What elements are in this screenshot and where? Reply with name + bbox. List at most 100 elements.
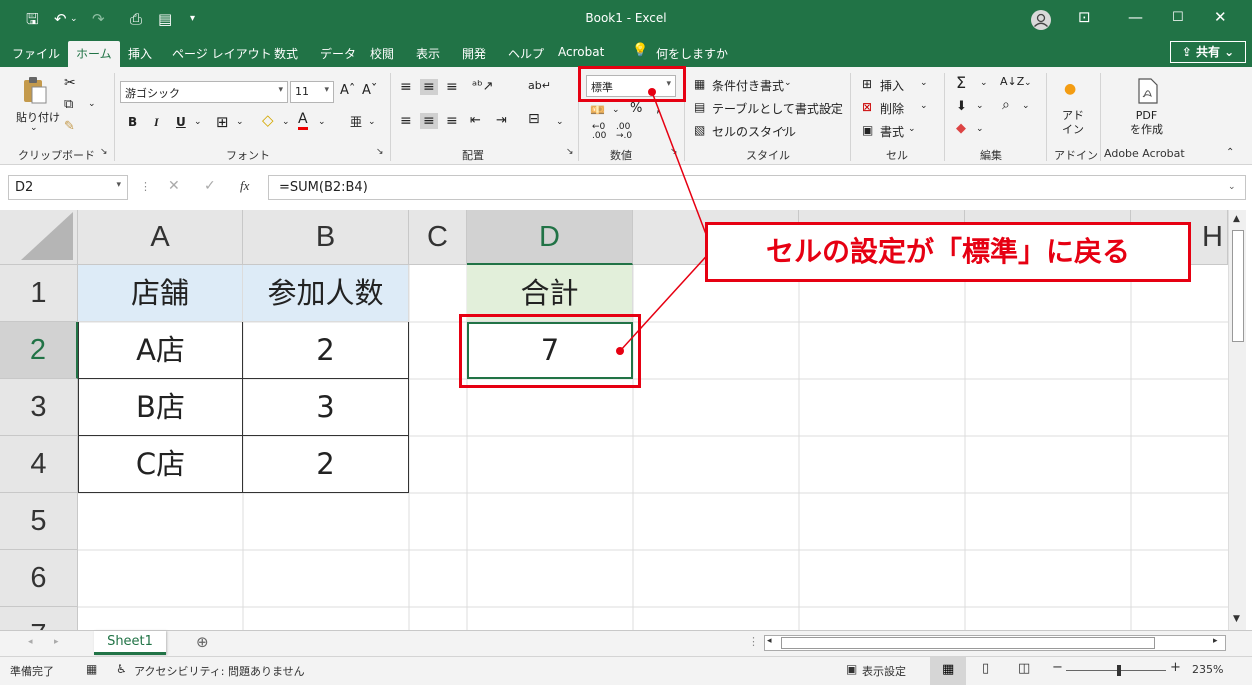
dialog-launcher-icon[interactable]: ↘ bbox=[566, 147, 574, 157]
sheet-tab-sheet1[interactable]: Sheet1 bbox=[94, 631, 166, 655]
minimize-icon[interactable]: — bbox=[1128, 8, 1143, 26]
fill-color-icon[interactable]: ◇ bbox=[262, 111, 274, 129]
row-header[interactable]: 5 bbox=[0, 493, 78, 550]
scroll-left-icon[interactable]: ◂ bbox=[767, 636, 772, 646]
copy-dropdown-icon[interactable]: ⌄ bbox=[88, 99, 96, 109]
row-header[interactable]: 3 bbox=[0, 379, 78, 436]
display-settings-button[interactable]: 表示設定 bbox=[862, 663, 906, 679]
tab-developer[interactable]: 開発 bbox=[462, 45, 486, 62]
dialog-launcher-icon[interactable]: ↘ bbox=[100, 147, 108, 157]
cut-icon[interactable]: ✂ bbox=[64, 75, 76, 91]
paste-dropdown-icon[interactable]: ⌄ bbox=[30, 123, 38, 133]
dialog-launcher-icon[interactable]: ↘ bbox=[670, 147, 678, 157]
row-header[interactable]: 1 bbox=[0, 265, 78, 322]
cell-a2[interactable]: A店 bbox=[78, 322, 243, 379]
italic-button[interactable]: I bbox=[154, 115, 159, 130]
decrease-indent-icon[interactable]: ⇤ bbox=[470, 113, 481, 128]
cell-a1[interactable]: 店舗 bbox=[78, 265, 243, 322]
enter-icon[interactable]: ✓ bbox=[204, 178, 216, 194]
chevron-down-icon[interactable]: ⌄ bbox=[780, 124, 788, 134]
tab-view[interactable]: 表示 bbox=[416, 45, 440, 62]
chevron-down-icon[interactable]: ⌄ bbox=[976, 124, 984, 134]
vertical-scrollbar[interactable]: ▲ ▼ bbox=[1228, 210, 1246, 630]
chevron-down-icon[interactable]: ⌄ bbox=[556, 117, 564, 127]
cell-b4[interactable]: 2 bbox=[243, 436, 409, 493]
orientation-icon[interactable]: ᵃᵇ↗ bbox=[472, 79, 494, 94]
addins-button[interactable]: アド イン bbox=[1062, 109, 1084, 137]
formula-input[interactable]: =SUM(B2:B4) bbox=[268, 175, 1246, 200]
comma-icon[interactable]: , bbox=[656, 101, 660, 116]
decrease-font-icon[interactable]: Aˇ bbox=[362, 83, 377, 98]
account-icon[interactable] bbox=[1030, 9, 1052, 31]
tell-me-search[interactable]: 何をしますか bbox=[656, 45, 728, 62]
align-right-icon[interactable]: ≡ bbox=[446, 113, 458, 129]
decrease-decimal-icon[interactable]: .00 →.0 bbox=[616, 123, 632, 141]
collapse-ribbon-icon[interactable]: ⌃ bbox=[1226, 147, 1234, 158]
format-painter-icon[interactable]: ✎ bbox=[64, 119, 75, 134]
accessibility-icon[interactable]: ♿ bbox=[116, 662, 127, 676]
increase-font-icon[interactable]: Aˆ bbox=[340, 83, 355, 98]
chevron-down-icon[interactable]: ⌄ bbox=[920, 101, 928, 111]
conditional-formatting-icon[interactable]: ▦ bbox=[694, 77, 705, 91]
insert-function-button[interactable]: fx bbox=[240, 178, 249, 194]
tab-formulas[interactable]: 数式 bbox=[274, 45, 298, 62]
phonetic-icon[interactable]: 亜 bbox=[350, 113, 362, 130]
tab-review[interactable]: 校閲 bbox=[370, 45, 394, 62]
dialog-launcher-icon[interactable]: ↘ bbox=[376, 147, 384, 157]
scroll-up-icon[interactable]: ▲ bbox=[1233, 214, 1240, 224]
tab-data[interactable]: データ bbox=[320, 45, 356, 62]
merge-center-icon[interactable]: ⊟ bbox=[528, 111, 540, 127]
display-settings-icon[interactable]: ▣ bbox=[846, 662, 857, 676]
chevron-down-icon[interactable]: ⌄ bbox=[908, 124, 916, 134]
scroll-right-icon[interactable]: ▸ bbox=[1213, 636, 1218, 646]
paste-label[interactable]: 貼り付け bbox=[16, 109, 60, 125]
conditional-formatting-button[interactable]: 条件付き書式 bbox=[712, 77, 784, 94]
align-center-icon[interactable]: ≡ bbox=[420, 113, 438, 129]
macro-record-icon[interactable]: ▦ bbox=[86, 662, 97, 676]
font-name-combo[interactable]: 游ゴシック ▾ bbox=[120, 81, 288, 103]
pdf-icon[interactable] bbox=[1136, 77, 1160, 105]
horizontal-scrollbar[interactable]: ◂ ▸ bbox=[764, 635, 1226, 651]
chevron-down-icon[interactable]: ⌄ bbox=[236, 117, 244, 127]
delete-cells-button[interactable]: 削除 bbox=[880, 100, 904, 117]
chevron-down-icon[interactable]: ⌄ bbox=[920, 78, 928, 88]
row-header[interactable]: 7 bbox=[0, 607, 78, 630]
prev-sheet-icon[interactable]: ◂ bbox=[28, 637, 33, 647]
tab-home[interactable]: ホーム bbox=[68, 41, 120, 67]
borders-icon[interactable]: ⊞ bbox=[216, 113, 229, 131]
chevron-down-icon[interactable]: ⌄ bbox=[368, 117, 376, 127]
align-top-icon[interactable]: ≡ bbox=[400, 79, 412, 95]
row-header[interactable]: 2 bbox=[0, 322, 78, 379]
scroll-thumb[interactable] bbox=[1232, 230, 1244, 342]
find-icon[interactable]: ⌕ bbox=[1002, 97, 1010, 113]
chevron-down-icon[interactable]: ⌄ bbox=[1022, 101, 1030, 111]
col-header[interactable]: A bbox=[78, 210, 243, 265]
cell-a3[interactable]: B店 bbox=[78, 379, 243, 436]
wrap-text-icon[interactable]: ab↵ bbox=[528, 79, 551, 92]
cell-b3[interactable]: 3 bbox=[243, 379, 409, 436]
tab-page-layout[interactable]: ページ レイアウト bbox=[172, 45, 272, 62]
row-header[interactable]: 4 bbox=[0, 436, 78, 493]
insert-cells-icon[interactable]: ⊞ bbox=[862, 77, 872, 91]
zoom-level[interactable]: 235% bbox=[1192, 663, 1223, 676]
next-sheet-icon[interactable]: ▸ bbox=[54, 637, 59, 647]
chevron-down-icon[interactable]: ⌄ bbox=[194, 117, 202, 127]
chevron-down-icon[interactable]: ⌄ bbox=[612, 105, 620, 115]
font-size-combo[interactable]: 11 ▾ bbox=[290, 81, 334, 103]
create-pdf-button[interactable]: PDF を作成 bbox=[1130, 109, 1163, 137]
insert-cells-button[interactable]: 挿入 bbox=[880, 77, 904, 94]
maximize-icon[interactable]: ☐ bbox=[1172, 10, 1184, 25]
col-header[interactable]: D bbox=[467, 210, 633, 265]
scroll-down-icon[interactable]: ▼ bbox=[1233, 614, 1240, 624]
tab-insert[interactable]: 挿入 bbox=[128, 45, 152, 62]
align-left-icon[interactable]: ≡ bbox=[400, 113, 412, 129]
cell-styles-icon[interactable]: ▧ bbox=[694, 123, 705, 137]
add-sheet-icon[interactable]: ⊕ bbox=[196, 633, 209, 651]
tab-file[interactable]: ファイル bbox=[12, 45, 60, 62]
zoom-slider[interactable] bbox=[1066, 665, 1166, 676]
percent-button[interactable]: % bbox=[630, 101, 642, 116]
align-bottom-icon[interactable]: ≡ bbox=[446, 79, 458, 95]
scroll-thumb[interactable] bbox=[781, 637, 1155, 649]
copy-icon[interactable]: ⧉ bbox=[64, 97, 73, 112]
name-box[interactable]: D2 ▾ bbox=[8, 175, 128, 200]
